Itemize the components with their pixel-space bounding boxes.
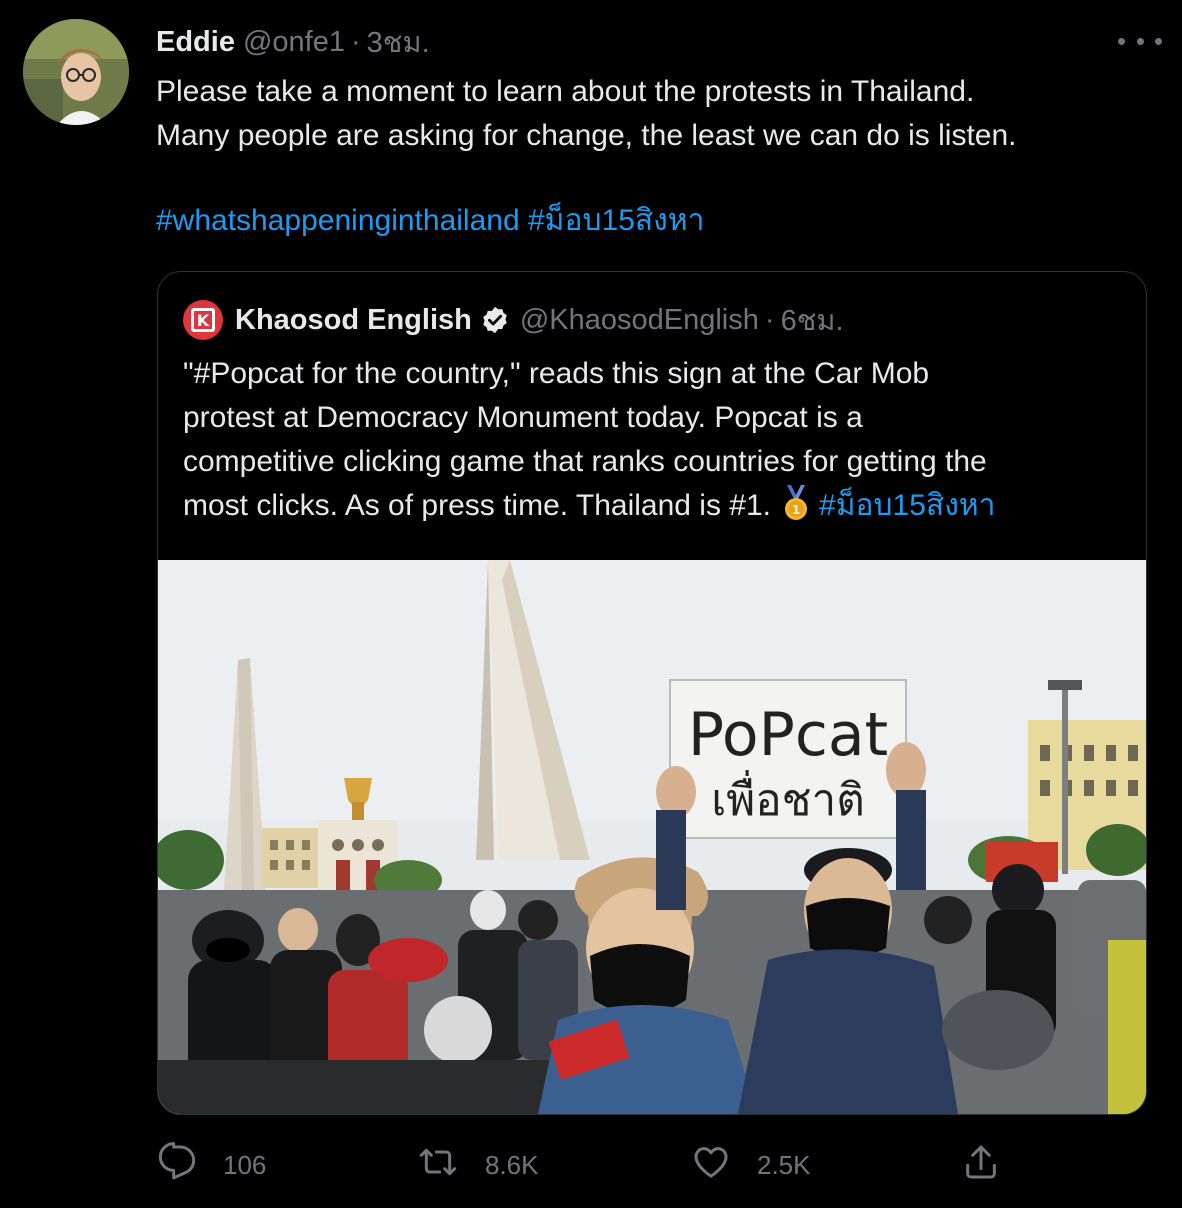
tweet-hashtags: #whatshappeninginthailand #ม็อบ15สิงหา — [156, 199, 704, 243]
quoted-tweet-header: K Khaosod English @KhaosodEnglish · 6ชม. — [183, 300, 844, 340]
quoted-author-handle[interactable]: @KhaosodEnglish — [520, 304, 759, 337]
reply-icon — [157, 1141, 197, 1189]
reply-count: 106 — [223, 1149, 267, 1180]
retweet-button[interactable]: 8.6K — [417, 1140, 539, 1190]
medal-icon: 1 — [781, 485, 811, 521]
hashtag-link[interactable]: #ม็อบ15สิงหา — [819, 489, 995, 522]
quoted-text-line: "#Popcat for the country," reads this si… — [183, 357, 930, 390]
reply-button[interactable]: 106 — [157, 1140, 266, 1190]
quoted-text-line: most clicks. As of press time. Thailand … — [183, 489, 772, 522]
quoted-author-name[interactable]: Khaosod English — [235, 304, 472, 337]
more-icon — [1136, 37, 1144, 45]
quoted-text-line-last: most clicks. As of press time. Thailand … — [183, 484, 1123, 528]
quoted-text-line: protest at Democracy Monument today. Pop… — [183, 401, 863, 434]
tweet: Eddie @onfe1 · 3ชม. Please take a moment… — [0, 0, 1182, 1208]
hashtag-link[interactable]: #whatshappeninginthailand — [156, 204, 520, 237]
tweet-timestamp[interactable]: 3ชม. — [367, 19, 430, 65]
more-icon — [1155, 37, 1162, 45]
share-button[interactable] — [961, 1140, 1001, 1190]
like-button[interactable]: 2.5K — [691, 1140, 811, 1190]
verified-icon — [480, 305, 510, 335]
quoted-tweet-timestamp[interactable]: 6ชม. — [781, 297, 844, 343]
tweet-text-line: Many people are asking for change, the l… — [156, 119, 1017, 152]
separator-dot: · — [350, 25, 361, 58]
retweet-icon — [417, 1142, 459, 1189]
author-name[interactable]: Eddie — [156, 26, 235, 59]
separator-dot: · — [764, 303, 775, 336]
hashtag-link[interactable]: #ม็อบ15สิงหา — [528, 204, 704, 237]
sign-text: PoPcat — [688, 700, 888, 770]
tweet-text: Please take a moment to learn about the … — [156, 70, 1156, 158]
quoted-author-avatar[interactable]: K — [183, 300, 223, 340]
author-avatar[interactable] — [23, 19, 129, 125]
like-count: 2.5K — [757, 1149, 811, 1180]
khaosod-logo-icon: K — [191, 308, 215, 332]
author-handle[interactable]: @onfe1 — [243, 26, 345, 59]
more-icon — [1118, 37, 1125, 45]
tweet-header: Eddie @onfe1 · 3ชม. — [156, 22, 430, 62]
more-options-button[interactable] — [1118, 26, 1162, 56]
like-icon — [691, 1142, 731, 1189]
tweet-text-line: Please take a moment to learn about the … — [156, 75, 975, 108]
quoted-tweet-text: "#Popcat for the country," reads this si… — [183, 352, 1123, 528]
svg-text:1: 1 — [792, 503, 800, 517]
tweet-photo[interactable]: PoPcat เพื่อชาติ — [158, 560, 1146, 1114]
quoted-text-line: competitive clicking game that ranks cou… — [183, 445, 987, 478]
share-icon — [961, 1142, 1001, 1189]
sign-text: เพื่อชาติ — [711, 769, 865, 826]
tweet-actions: 106 8.6K 2.5K — [157, 1140, 1017, 1190]
retweet-count: 8.6K — [485, 1149, 539, 1180]
quoted-tweet-card[interactable]: K Khaosod English @KhaosodEnglish · 6ชม.… — [157, 271, 1147, 1115]
